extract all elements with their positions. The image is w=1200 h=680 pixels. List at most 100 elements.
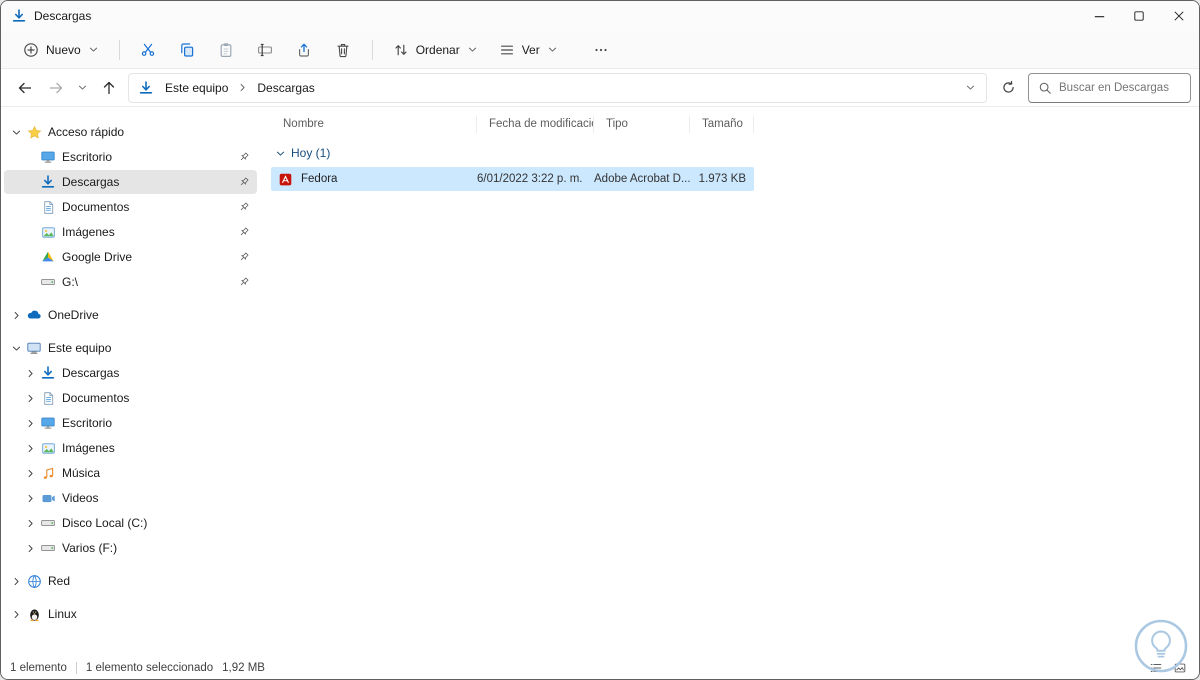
sidebar-item-google-drive[interactable]: Google Drive bbox=[4, 245, 257, 269]
file-list: Fedora 6/01/2022 3:22 p. m. Adobe Acrobat … bbox=[271, 167, 1199, 191]
sidebar-item-descargas[interactable]: Descargas bbox=[4, 170, 257, 194]
forward-button[interactable] bbox=[40, 74, 71, 102]
sidebar-item-este-equipo[interactable]: Este equipo bbox=[4, 336, 257, 360]
column-header-fecha-de-modificacion[interactable]: Fecha de modificación bbox=[477, 115, 594, 133]
sidebar-item-label: Escritorio bbox=[62, 416, 113, 430]
cut-button[interactable] bbox=[130, 35, 167, 65]
maximize-button[interactable] bbox=[1119, 1, 1159, 31]
sidebar-item-onedrive[interactable]: OneDrive bbox=[4, 303, 257, 327]
drive-icon bbox=[39, 274, 57, 290]
chevron-right-icon[interactable] bbox=[21, 493, 39, 504]
chevron-right-icon[interactable] bbox=[21, 418, 39, 429]
gdrive-icon bbox=[39, 250, 57, 264]
paste-button[interactable] bbox=[208, 35, 245, 65]
minimize-button[interactable] bbox=[1079, 1, 1119, 31]
thumbnails-view-button[interactable] bbox=[1169, 659, 1190, 677]
column-header-tamano[interactable]: Tamaño bbox=[690, 115, 754, 133]
chevron-right-icon[interactable] bbox=[21, 393, 39, 404]
sidebar-item-label: Varios (F:) bbox=[62, 541, 118, 555]
back-icon bbox=[17, 80, 33, 96]
sidebar-item-label: Imágenes bbox=[62, 441, 115, 455]
pictures-icon bbox=[39, 225, 57, 240]
sidebar-item-escritorio[interactable]: Escritorio bbox=[4, 145, 257, 169]
drive-icon bbox=[39, 540, 57, 556]
sidebar-item-escritorio[interactable]: Escritorio bbox=[4, 411, 257, 435]
sidebar-item-label: Este equipo bbox=[48, 341, 112, 355]
sort-button[interactable]: Ordenar bbox=[383, 35, 488, 65]
chevron-right-icon[interactable] bbox=[21, 543, 39, 554]
column-header-nombre[interactable]: Nombre bbox=[271, 115, 477, 133]
sidebar-item-musica[interactable]: Música bbox=[4, 461, 257, 485]
sidebar-item-acceso-rapido[interactable]: Acceso rápido bbox=[4, 120, 257, 144]
delete-icon bbox=[334, 42, 352, 58]
rename-button[interactable] bbox=[247, 35, 284, 65]
group-header[interactable]: Hoy (1) bbox=[271, 141, 1199, 165]
sidebar-item-label: Google Drive bbox=[62, 250, 133, 264]
more-options-button[interactable] bbox=[583, 35, 620, 65]
sidebar-item-g[interactable]: G:\ bbox=[4, 270, 257, 294]
window-controls bbox=[1079, 1, 1199, 31]
desktop-icon bbox=[39, 149, 57, 165]
toolbar: Nuevo Ordenar Ver bbox=[1, 31, 1199, 69]
sidebar-item-label: OneDrive bbox=[48, 308, 99, 322]
status-separator bbox=[75, 662, 77, 674]
sidebar-item-documentos[interactable]: Documentos bbox=[4, 386, 257, 410]
new-button[interactable]: Nuevo bbox=[13, 35, 109, 65]
share-button[interactable] bbox=[286, 35, 323, 65]
forward-icon bbox=[48, 80, 64, 96]
up-button[interactable] bbox=[93, 74, 124, 102]
chevron-right-icon[interactable] bbox=[7, 609, 25, 620]
cut-icon bbox=[139, 42, 157, 58]
chevron-right-icon[interactable] bbox=[7, 310, 25, 321]
address-dropdown-button[interactable] bbox=[958, 74, 982, 102]
refresh-button[interactable] bbox=[993, 74, 1024, 102]
sidebar-item-linux[interactable]: Linux bbox=[4, 602, 257, 626]
sidebar-item-videos[interactable]: Videos bbox=[4, 486, 257, 510]
breadcrumb-item-este-equipo[interactable]: Este equipo bbox=[157, 78, 236, 98]
sidebar-item-label: Red bbox=[48, 574, 71, 588]
chevron-down-icon[interactable] bbox=[7, 343, 25, 354]
chevron-right-icon[interactable] bbox=[21, 368, 39, 379]
sidebar-item-imagenes[interactable]: Imágenes bbox=[4, 436, 257, 460]
copy-button[interactable] bbox=[169, 35, 206, 65]
view-button[interactable]: Ver bbox=[489, 35, 568, 65]
sidebar-item-label: Linux bbox=[48, 607, 77, 621]
back-button[interactable] bbox=[9, 74, 40, 102]
chevron-down-icon[interactable] bbox=[7, 127, 25, 138]
sidebar-item-descargas[interactable]: Descargas bbox=[4, 361, 257, 385]
chevron-right-icon[interactable] bbox=[21, 518, 39, 529]
window-title: Descargas bbox=[34, 9, 92, 23]
search-icon bbox=[1038, 81, 1052, 95]
file-row[interactable]: Fedora 6/01/2022 3:22 p. m. Adobe Acrobat … bbox=[271, 167, 754, 191]
maximize-icon bbox=[1132, 9, 1146, 23]
close-button[interactable] bbox=[1159, 1, 1199, 31]
search-input[interactable] bbox=[1059, 81, 1181, 94]
up-icon bbox=[101, 80, 117, 96]
documents-icon bbox=[39, 200, 57, 215]
downloads-icon bbox=[39, 365, 57, 381]
sidebar-item-red[interactable]: Red bbox=[4, 569, 257, 593]
chevron-right-icon[interactable] bbox=[21, 468, 39, 479]
sidebar-item-documentos[interactable]: Documentos bbox=[4, 195, 257, 219]
sidebar-item-label: Documentos bbox=[62, 391, 130, 405]
details-view-button[interactable] bbox=[1145, 659, 1166, 677]
chevron-right-icon[interactable] bbox=[21, 443, 39, 454]
documents-icon bbox=[39, 391, 57, 406]
breadcrumb-bar[interactable]: Este equipo Descargas bbox=[128, 72, 987, 103]
recent-locations-button[interactable] bbox=[71, 74, 93, 102]
sidebar-item-label: Imágenes bbox=[62, 225, 115, 239]
breadcrumb-item-descargas[interactable]: Descargas bbox=[249, 78, 322, 98]
sidebar-item-label: Documentos bbox=[62, 200, 130, 214]
title-bar: Descargas bbox=[1, 1, 1199, 31]
chevron-down-icon[interactable] bbox=[271, 148, 289, 159]
view-button-label: Ver bbox=[521, 42, 540, 57]
column-header-tipo[interactable]: Tipo bbox=[594, 115, 690, 133]
delete-button[interactable] bbox=[325, 35, 362, 65]
chevron-right-icon[interactable] bbox=[7, 576, 25, 587]
address-bar: Este equipo Descargas bbox=[1, 69, 1199, 107]
desktop-icon bbox=[39, 415, 57, 431]
chevron-down-icon bbox=[965, 82, 976, 93]
sidebar-item-varios-f[interactable]: Varios (F:) bbox=[4, 536, 257, 560]
sidebar-item-imagenes[interactable]: Imágenes bbox=[4, 220, 257, 244]
sidebar-item-disco-local-c[interactable]: Disco Local (C:) bbox=[4, 511, 257, 535]
